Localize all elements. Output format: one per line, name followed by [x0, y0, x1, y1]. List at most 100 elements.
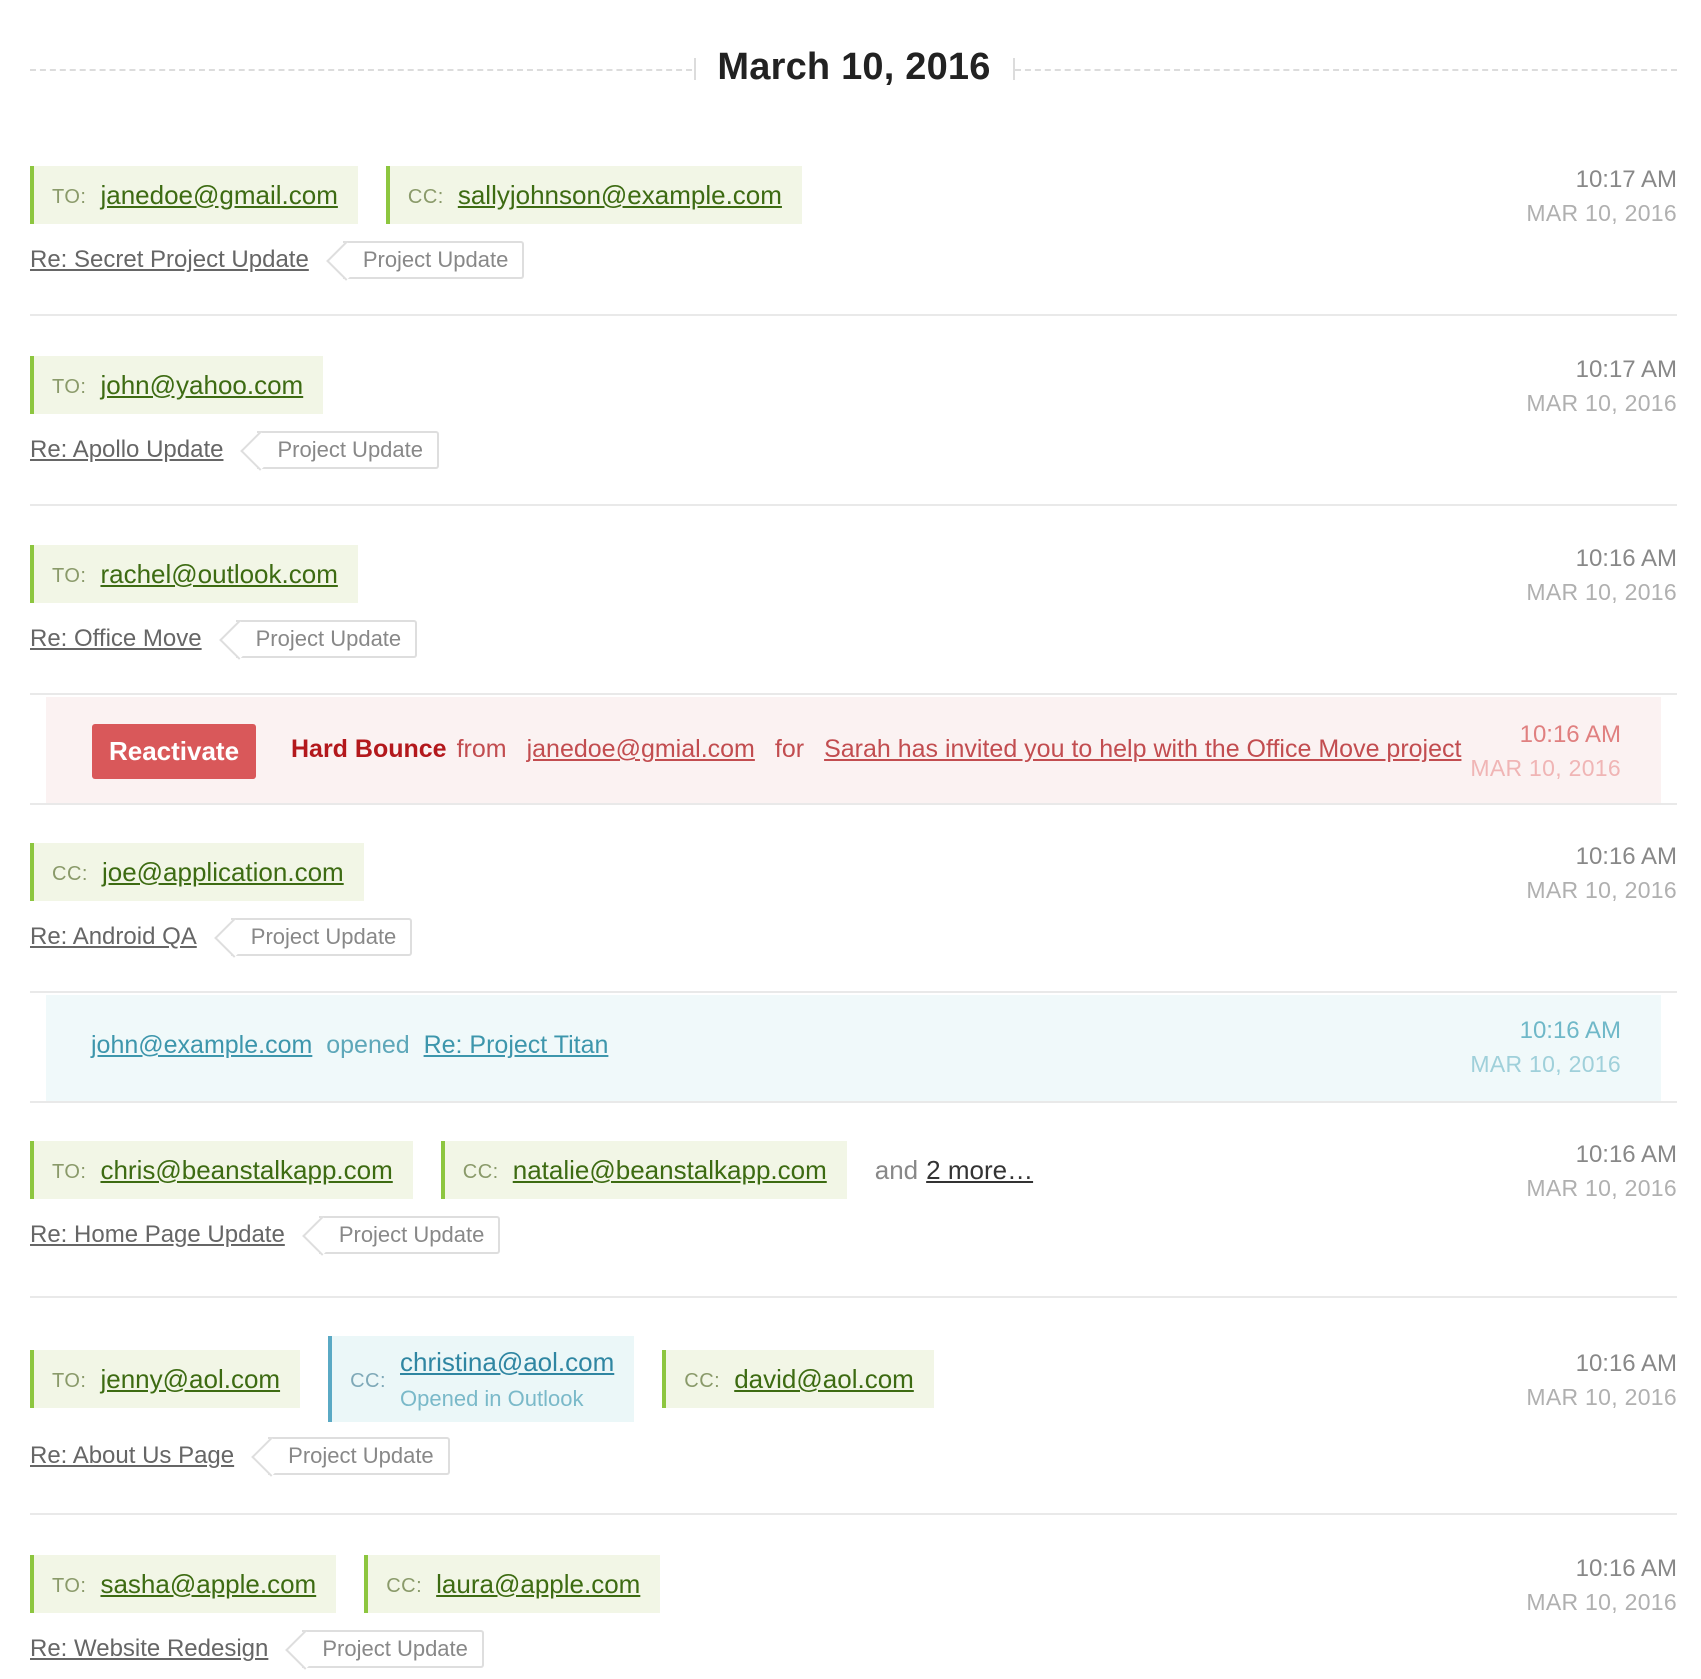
recipient-chip: TO: john@yahoo.com — [30, 356, 324, 414]
subject-link[interactable]: Re: Android QA — [30, 923, 197, 951]
row-divider — [30, 504, 1677, 506]
timestamp-date: MAR 10, 2016 — [1526, 1384, 1677, 1410]
recipient-label: CC: — [462, 1160, 499, 1183]
subject-line: Re: Secret Project Update Project Update — [30, 240, 525, 280]
project-tag[interactable]: Project Update — [268, 1437, 450, 1475]
more-recipients-link[interactable]: 2 more… — [926, 1155, 1033, 1186]
recipient-chip: TO: rachel@outlook.com — [30, 545, 358, 603]
recipient-label: TO: — [52, 1160, 87, 1183]
recipient-address-link[interactable]: chris@beanstalkapp.com — [100, 1155, 392, 1186]
timestamp-time: 10:16 AM — [1575, 843, 1677, 870]
recipient-label: CC: — [684, 1369, 721, 1392]
date-title: March 10, 2016 — [717, 46, 991, 88]
more-recipients: and 2 more… — [875, 1141, 1033, 1199]
timestamp-date: MAR 10, 2016 — [1526, 1175, 1677, 1201]
email-row: CC: joe@application.com Re: Android QA P… — [30, 843, 1677, 963]
subject-link[interactable]: Re: Home Page Update — [30, 1221, 285, 1249]
recipients: CC: joe@application.com — [30, 843, 392, 901]
email-row: TO: john@yahoo.com Re: Apollo Update Pro… — [30, 356, 1677, 476]
more-prefix: and — [874, 1154, 919, 1185]
opener-address-link[interactable]: john@example.com — [91, 1031, 312, 1059]
bounce-type: Hard Bounce — [291, 735, 447, 763]
timestamp-time: 10:16 AM — [1575, 1555, 1677, 1582]
project-tag[interactable]: Project Update — [302, 1630, 484, 1668]
recipient-label: CC: — [386, 1574, 423, 1597]
subject-line: Re: Apollo Update Project Update — [30, 430, 439, 470]
timestamp-time: 10:16 AM — [1519, 721, 1621, 748]
recipient-address-link[interactable]: joe@application.com — [102, 857, 344, 888]
project-tag-label: Project Update — [250, 924, 397, 949]
row-divider — [30, 314, 1677, 316]
recipient-label: CC: — [52, 862, 88, 885]
recipient-chip: TO: janedoe@gmail.com — [30, 166, 358, 224]
project-tag-label: Project Update — [322, 1636, 468, 1661]
recipient-address-link[interactable]: john@yahoo.com — [100, 370, 303, 401]
project-tag[interactable]: Project Update — [257, 431, 439, 469]
opened-subject-link[interactable]: Re: Project Titan — [424, 1031, 609, 1059]
timestamp: 10:17 AM MAR 10, 2016 — [1526, 166, 1677, 227]
project-tag-label: Project Update — [338, 1222, 485, 1247]
project-tag[interactable]: Project Update — [318, 1216, 501, 1254]
project-tag[interactable]: Project Update — [230, 918, 413, 956]
subject-line: Re: Office Move Project Update — [30, 619, 418, 659]
bounce-message: Hard Bounce from janedoe@gmial.com for Sarah… — [291, 735, 1461, 764]
timestamp-date: MAR 10, 2016 — [1526, 579, 1677, 605]
recipient-address-link[interactable]: sasha@apple.com — [100, 1569, 316, 1600]
recipient-address-link[interactable]: jenny@aol.com — [100, 1364, 280, 1395]
divider-left — [30, 69, 692, 71]
project-tag[interactable]: Project Update — [235, 620, 418, 658]
project-tag-label: Project Update — [255, 626, 402, 651]
recipient-address-link[interactable]: laura@apple.com — [436, 1569, 640, 1600]
recipients: TO: janedoe@gmail.com CC: sallyjohnson@e… — [30, 166, 830, 224]
recipient-address-link[interactable]: janedoe@gmail.com — [100, 180, 337, 211]
recipient-chip: CC: david@aol.com — [662, 1350, 934, 1408]
subject-line: Re: Home Page Update Project Update — [30, 1215, 501, 1255]
recipient-chip: CC: natalie@beanstalkapp.com — [440, 1141, 847, 1199]
timestamp: 10:16 AM MAR 10, 2016 — [1526, 843, 1677, 904]
timestamp-date: MAR 10, 2016 — [1526, 200, 1677, 226]
recipient-address-link[interactable]: rachel@outlook.com — [100, 559, 337, 590]
recipient-address-link[interactable]: natalie@beanstalkapp.com — [513, 1155, 827, 1186]
recipient-chip: CC: joe@application.com — [30, 843, 364, 901]
subject-line: Re: About Us Page Project Update — [30, 1436, 450, 1476]
open-notice: john@example.com opened Re: Project Tita… — [46, 995, 1661, 1101]
subject-link[interactable]: Re: Secret Project Update — [30, 246, 309, 274]
subject-link[interactable]: Re: Website Redesign — [30, 1635, 268, 1663]
timestamp: 10:16 AM MAR 10, 2016 — [1470, 1017, 1621, 1078]
subject-link[interactable]: Re: Apollo Update — [30, 436, 223, 464]
timestamp-time: 10:16 AM — [1575, 545, 1677, 572]
recipient-label: TO: — [52, 185, 87, 208]
subject-link[interactable]: Re: Office Move — [30, 625, 202, 653]
project-tag-label: Project Update — [288, 1443, 434, 1468]
recipient-label: TO: — [52, 1574, 87, 1597]
timestamp-time: 10:16 AM — [1575, 1350, 1677, 1377]
recipient-label: CC: — [350, 1369, 387, 1392]
recipient-address-link[interactable]: christina@aol.com — [400, 1347, 614, 1378]
email-row: TO: janedoe@gmail.com CC: sallyjohnson@e… — [30, 166, 1677, 286]
timestamp-date: MAR 10, 2016 — [1526, 390, 1677, 416]
bounce-address-link[interactable]: janedoe@gmial.com — [527, 735, 755, 763]
timestamp: 10:16 AM MAR 10, 2016 — [1526, 1350, 1677, 1411]
opened-status: Opened in Outlook — [400, 1385, 584, 1411]
open-message: john@example.com opened Re: Project Tita… — [91, 1031, 608, 1060]
recipient-label: CC: — [407, 185, 444, 208]
reactivate-button[interactable]: Reactivate — [92, 724, 256, 779]
bounce-for-word: for — [774, 735, 805, 763]
recipient-chip: TO: jenny@aol.com — [30, 1350, 301, 1408]
recipient-label: TO: — [52, 1369, 87, 1392]
recipient-chip: TO: sasha@apple.com — [30, 1555, 337, 1613]
timestamp-date: MAR 10, 2016 — [1470, 755, 1621, 781]
recipient-label: TO: — [52, 375, 87, 398]
email-row: TO: sasha@apple.com CC: laura@apple.com … — [30, 1555, 1677, 1675]
recipients: TO: sasha@apple.com CC: laura@apple.com — [30, 1555, 688, 1613]
bounce-subject-link[interactable]: Sarah has invited you to help with the O… — [824, 735, 1461, 763]
recipient-address-link[interactable]: david@aol.com — [734, 1364, 914, 1395]
recipient-address-link[interactable]: sallyjohnson@example.com — [458, 180, 782, 211]
recipients: TO: john@yahoo.com — [30, 356, 351, 414]
timestamp: 10:16 AM MAR 10, 2016 — [1526, 1141, 1677, 1202]
project-tag[interactable]: Project Update — [342, 241, 525, 279]
subject-link[interactable]: Re: About Us Page — [30, 1442, 234, 1470]
recipients: TO: jenny@aol.com CC: christina@aol.com … — [30, 1336, 962, 1422]
bounce-notice: Reactivate Hard Bounce from janedoe@gmial.… — [46, 697, 1661, 803]
recipient-chip: CC: laura@apple.com — [364, 1555, 661, 1613]
